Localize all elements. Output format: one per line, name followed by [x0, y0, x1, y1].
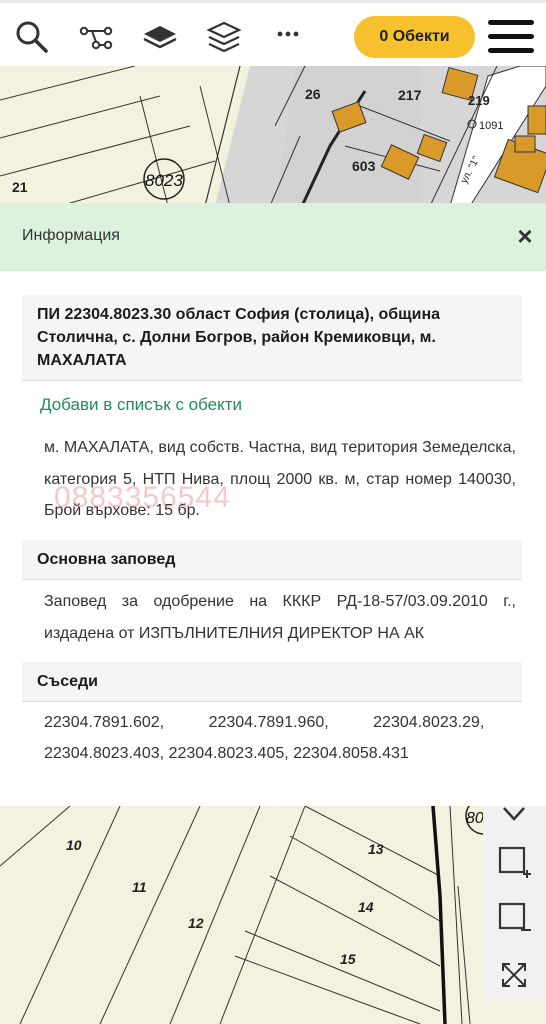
zoom-out-button[interactable] — [483, 890, 546, 946]
property-heading: ПИ 22304.8023.30 област София (столица),… — [22, 295, 522, 381]
map-label-21: 21 — [12, 179, 28, 195]
neighbors-line-2: 22304.8023.403, 22304.8023.405, 22304.80… — [44, 745, 409, 762]
search-icon[interactable] — [14, 19, 50, 55]
map-label-15: 15 — [340, 951, 356, 967]
info-title: Информация — [22, 227, 120, 244]
map-label-26: 26 — [305, 86, 321, 102]
map-label-217: 217 — [398, 87, 422, 103]
layer-icon[interactable] — [142, 19, 178, 55]
menu-icon[interactable] — [488, 20, 534, 54]
map-label-603: 603 — [352, 158, 376, 174]
map-top[interactable]: 8023 26 217 219 1091 603 21 ул. "1" — [0, 66, 546, 206]
map-label-8023: 8023 — [145, 171, 183, 190]
map-bottom[interactable]: 80 10 11 12 13 14 15 — [0, 806, 546, 1024]
chevron-down-button[interactable] — [483, 806, 546, 836]
neighbors-heading: Съседи — [22, 662, 522, 702]
property-details: м. МАХАЛАТА, вид собств. Частна, вид тер… — [44, 439, 516, 519]
map-label-1091: 1091 — [479, 120, 503, 132]
add-to-list-link[interactable]: Добави в списък с обекти — [40, 395, 242, 415]
map-label-80: 80 — [466, 810, 484, 827]
route-icon[interactable] — [78, 19, 114, 55]
map-label-11: 11 — [132, 879, 147, 895]
cadastral-map-top: 8023 26 217 219 1091 603 21 ул. "1" — [0, 66, 546, 206]
close-icon[interactable]: × — [512, 223, 538, 249]
info-header: Информация × — [0, 203, 546, 271]
more-icon[interactable] — [270, 19, 306, 55]
neighbors-line-1: 22304.7891.602, 22304.7891.960, 22304.80… — [44, 714, 485, 731]
objects-button[interactable]: 0 Обекти — [354, 16, 475, 58]
map-label-14: 14 — [358, 899, 374, 915]
map-label-10: 10 — [66, 837, 82, 853]
order-heading: Основна заповед — [22, 540, 522, 580]
cadastral-map-bottom: 80 10 11 12 13 14 15 — [0, 806, 546, 1024]
layers-icon[interactable] — [206, 19, 242, 55]
zoom-in-icon — [498, 846, 531, 878]
map-label-13: 13 — [368, 841, 384, 857]
chevron-down-icon — [503, 807, 525, 821]
expand-icon — [502, 963, 526, 987]
info-panel: ПИ 22304.8023.30 област София (столица),… — [0, 271, 546, 806]
map-label-12: 12 — [188, 915, 204, 931]
fullscreen-button[interactable] — [483, 946, 546, 1002]
zoom-out-icon — [498, 902, 531, 931]
order-text: Заповед за одобрение на КККР РД-18-57/03… — [44, 593, 516, 642]
top-toolbar: 0 Обекти — [0, 0, 546, 66]
zoom-in-button[interactable] — [483, 834, 546, 890]
map-label-219: 219 — [468, 93, 490, 108]
